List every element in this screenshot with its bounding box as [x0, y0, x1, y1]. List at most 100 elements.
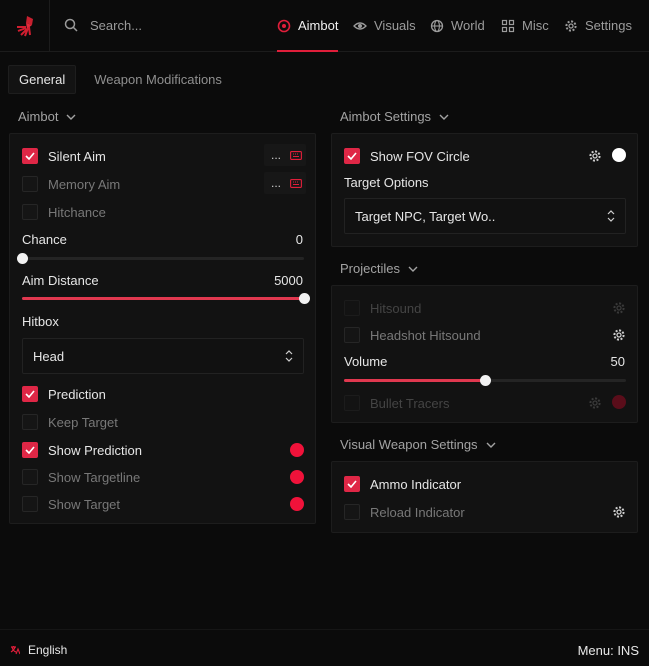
reload-indicator-checkbox[interactable]	[344, 504, 360, 520]
ammo-indicator-label: Ammo Indicator	[370, 476, 462, 492]
fov-settings-gear-icon[interactable]	[588, 149, 602, 163]
tab-aimbot[interactable]: Aimbot	[277, 0, 339, 52]
hitsound-label: Hitsound	[370, 300, 422, 316]
subtab-weapon-modifications[interactable]: Weapon Modifications	[84, 65, 232, 94]
app-logo	[0, 0, 50, 51]
bullet-tracers-gear-icon[interactable]	[588, 396, 602, 410]
silent-aim-keybind-button[interactable]: ...	[264, 144, 306, 166]
chevron-up-down-icon	[607, 210, 615, 222]
keyboard-icon	[290, 150, 302, 160]
keybind-dots: ...	[271, 176, 282, 190]
show-targetline-checkbox[interactable]	[22, 469, 38, 485]
chevron-down-icon	[66, 114, 76, 120]
memory-aim-checkbox[interactable]	[22, 176, 38, 192]
tab-world[interactable]: World	[430, 0, 485, 51]
silent-aim-checkbox[interactable]	[22, 148, 38, 164]
aimbot-section-header[interactable]: Aimbot	[18, 109, 76, 124]
chevron-up-down-icon	[285, 350, 293, 362]
bullet-tracers-toggle[interactable]: Bullet Tracers	[344, 394, 449, 412]
bullet-tracers-checkbox[interactable]	[344, 395, 360, 411]
visual-weapon-section-header[interactable]: Visual Weapon Settings	[340, 437, 496, 452]
hitchance-label: Hitchance	[48, 204, 106, 220]
target-options-label: Target Options	[344, 175, 429, 190]
chevron-down-icon	[486, 442, 496, 448]
prediction-toggle[interactable]: Prediction	[22, 385, 106, 403]
reload-indicator-label: Reload Indicator	[370, 504, 465, 520]
keyboard-icon	[290, 178, 302, 188]
headshot-hitsound-checkbox[interactable]	[344, 327, 360, 343]
memory-aim-toggle[interactable]: Memory Aim	[22, 175, 120, 193]
tab-misc[interactable]: Misc	[501, 0, 549, 51]
reload-indicator-gear-icon[interactable]	[612, 505, 626, 519]
chance-slider-handle[interactable]	[17, 253, 28, 264]
show-target-toggle[interactable]: Show Target	[22, 495, 120, 513]
hitchance-checkbox[interactable]	[22, 204, 38, 220]
headshot-hitsound-toggle[interactable]: Headshot Hitsound	[344, 326, 481, 344]
check-icon	[25, 390, 35, 398]
aimbot-settings-panel: Show FOV Circle Target Options Target NP…	[331, 133, 638, 247]
volume-slider-handle[interactable]	[480, 375, 491, 386]
reload-indicator-toggle[interactable]: Reload Indicator	[344, 503, 465, 521]
search-input[interactable]: Search...	[90, 18, 142, 33]
hitsound-toggle[interactable]: Hitsound	[344, 299, 421, 317]
show-prediction-toggle[interactable]: Show Prediction	[22, 441, 142, 459]
aimbot-settings-section-header[interactable]: Aimbot Settings	[340, 109, 449, 124]
ammo-indicator-checkbox[interactable]	[344, 476, 360, 492]
language-selector[interactable]: English	[10, 643, 67, 657]
bullet-tracers-color-swatch[interactable]	[612, 395, 626, 409]
check-icon	[347, 152, 357, 160]
tab-world-label: World	[451, 18, 485, 33]
eye-icon	[353, 21, 367, 30]
check-icon	[25, 152, 35, 160]
crosshair-icon	[277, 19, 291, 32]
target-options-select[interactable]: Target NPC, Target Wo..	[344, 198, 626, 234]
tab-visuals[interactable]: Visuals	[353, 0, 416, 51]
show-target-label: Show Target	[48, 496, 121, 512]
aimbot-panel: Silent Aim ... Memory Aim ... Hitchance …	[9, 133, 316, 524]
keep-target-toggle[interactable]: Keep Target	[22, 413, 118, 431]
headshot-hitsound-gear-icon[interactable]	[612, 328, 626, 342]
aimbot-settings-title: Aimbot Settings	[340, 109, 432, 124]
keep-target-label: Keep Target	[48, 414, 118, 430]
volume-slider-fill	[344, 379, 485, 382]
aim-distance-slider-fill	[22, 297, 304, 300]
aim-distance-value: 5000	[274, 273, 303, 288]
search-box[interactable]: Search...	[64, 14, 254, 36]
show-targetline-toggle[interactable]: Show Targetline	[22, 468, 140, 486]
show-target-color-swatch[interactable]	[290, 497, 304, 511]
keep-target-checkbox[interactable]	[22, 414, 38, 430]
chevron-down-icon	[408, 266, 418, 272]
show-target-checkbox[interactable]	[22, 496, 38, 512]
silent-aim-toggle[interactable]: Silent Aim	[22, 147, 106, 165]
hitsound-gear-icon[interactable]	[612, 301, 626, 315]
aim-distance-slider[interactable]	[22, 293, 310, 304]
memory-aim-keybind-button[interactable]: ...	[264, 172, 306, 194]
translate-icon	[10, 646, 20, 655]
show-fov-circle-checkbox[interactable]	[344, 148, 360, 164]
hitbox-select[interactable]: Head	[22, 338, 304, 374]
aim-distance-slider-handle[interactable]	[299, 293, 310, 304]
hitchance-toggle[interactable]: Hitchance	[22, 203, 106, 221]
show-targetline-color-swatch[interactable]	[290, 470, 304, 484]
show-fov-circle-toggle[interactable]: Show FOV Circle	[344, 147, 470, 165]
top-bar: Search... Aimbot Visuals World Misc Sett…	[0, 0, 649, 52]
chance-slider[interactable]	[17, 253, 304, 264]
subtab-general[interactable]: General	[8, 65, 77, 94]
globe-icon	[430, 19, 444, 32]
fov-circle-color-swatch[interactable]	[612, 148, 626, 162]
volume-slider[interactable]	[344, 375, 626, 386]
headshot-hitsound-label: Headshot Hitsound	[370, 327, 481, 343]
projectiles-panel: Hitsound Headshot Hitsound Volume 50 Bul…	[331, 285, 638, 423]
ammo-indicator-toggle[interactable]: Ammo Indicator	[344, 475, 461, 493]
projectiles-section-header[interactable]: Projectiles	[340, 261, 418, 276]
tab-settings[interactable]: Settings	[564, 0, 632, 51]
search-icon	[64, 18, 78, 32]
prediction-checkbox[interactable]	[22, 386, 38, 402]
show-prediction-color-swatch[interactable]	[290, 443, 304, 457]
show-prediction-checkbox[interactable]	[22, 442, 38, 458]
squid-logo-icon	[16, 15, 33, 36]
volume-value: 50	[610, 354, 625, 369]
menu-key-label: Menu: INS	[577, 643, 639, 658]
tab-misc-label: Misc	[522, 18, 549, 33]
hitsound-checkbox[interactable]	[344, 300, 360, 316]
